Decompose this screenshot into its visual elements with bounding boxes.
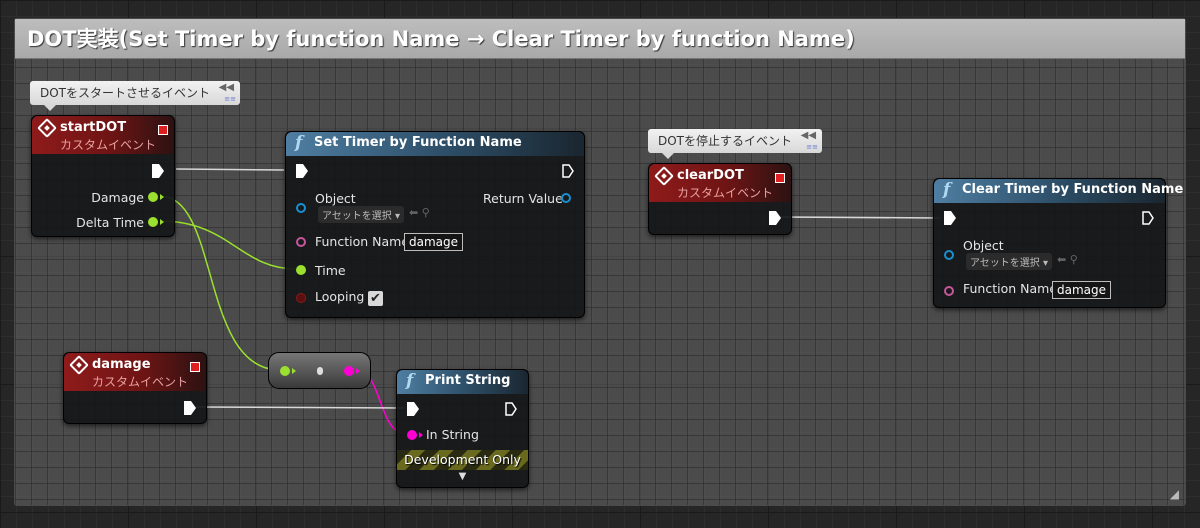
function-icon: f	[295, 133, 303, 153]
pin-conversion-output[interactable]	[344, 366, 354, 376]
pin-label-looping: Looping	[315, 289, 365, 304]
pin-icon[interactable]: ◀◀	[219, 83, 234, 93]
pin-delta-time-output[interactable]	[148, 217, 158, 227]
delegate-icon[interactable]	[158, 125, 168, 135]
expand-icon[interactable]: ≡≡	[806, 143, 818, 151]
dropdown-value: アセットを選択	[970, 258, 1040, 269]
comment-title[interactable]: DOT実装(Set Timer by function Name → Clear…	[15, 19, 1185, 59]
node-title: Clear Timer by Function Name	[962, 182, 1184, 197]
delegate-icon[interactable]	[775, 173, 785, 183]
node-clear-timer-by-function-name[interactable]: f Clear Timer by Function Name Object アセ…	[933, 178, 1183, 308]
asset-picker-icons[interactable]: ⬅ ⚲	[1057, 253, 1078, 266]
comment-bubble-start[interactable]: DOTをスタートさせるイベント ◀◀ ≡≡	[30, 81, 241, 111]
node-header[interactable]: f Print String	[397, 370, 528, 394]
node-clear-dot[interactable]: clearDOT カスタムイベント	[648, 163, 792, 235]
custom-event-icon	[69, 355, 89, 375]
function-name-input[interactable]: damage	[404, 233, 464, 251]
pin-label-object: Object	[315, 191, 356, 206]
exec-input-pin[interactable]	[407, 402, 419, 416]
pin-in-string-input[interactable]	[407, 430, 417, 440]
pin-label-object: Object	[963, 238, 1004, 253]
node-subtitle: カスタムイベント	[60, 138, 157, 152]
dropdown-value: アセットを選択	[322, 211, 392, 222]
resize-grip-icon[interactable]: ◢	[1170, 487, 1179, 501]
comment-bubble-stop[interactable]: DOTを停止するイベント ◀◀ ≡≡	[648, 129, 823, 159]
pin-label-damage: Damage	[91, 190, 144, 205]
pin-label-return-value: Return Value	[483, 191, 563, 206]
pin-arrow-icon	[419, 432, 423, 438]
function-icon: f	[943, 180, 951, 200]
pin-icon[interactable]: ◀◀	[801, 131, 816, 141]
node-title: damage	[92, 357, 151, 372]
pin-function-name-input[interactable]	[296, 237, 306, 247]
node-damage-event[interactable]: damage カスタムイベント	[63, 352, 207, 424]
pin-time-input[interactable]	[296, 265, 306, 275]
exec-output-pin[interactable]	[505, 402, 517, 416]
conversion-dot-icon	[317, 367, 323, 375]
node-title: clearDOT	[677, 168, 744, 183]
pin-arrow-icon	[356, 368, 360, 374]
node-start-dot[interactable]: startDOT カスタムイベント Damage Delta Time	[31, 115, 175, 237]
custom-event-icon	[654, 166, 674, 186]
exec-output-pin[interactable]	[562, 164, 574, 178]
function-name-input[interactable]: damage	[1052, 281, 1112, 299]
pin-label-delta-time: Delta Time	[76, 215, 144, 230]
expand-icon[interactable]: ≡≡	[224, 95, 236, 103]
pin-arrow-icon	[160, 219, 164, 225]
pin-label-in-string: In String	[426, 427, 479, 442]
pin-damage-output[interactable]	[148, 192, 158, 202]
node-subtitle: カスタムイベント	[677, 186, 774, 200]
comment-bubble-stop-text: DOTを停止するイベント	[658, 134, 793, 148]
node-title: Set Timer by Function Name	[314, 135, 522, 150]
pin-label-function-name: Function Name	[315, 234, 410, 249]
object-asset-dropdown[interactable]: アセットを選択 ▾	[318, 206, 405, 223]
node-header[interactable]: f Set Timer by Function Name	[286, 132, 584, 156]
node-title: startDOT	[60, 120, 127, 135]
node-header[interactable]: f Clear Timer by Function Name	[934, 179, 1183, 203]
function-icon: f	[406, 371, 414, 391]
pin-looping-input[interactable]	[296, 293, 306, 303]
exec-output-pin[interactable]	[152, 164, 164, 178]
development-only-banner: Development Only	[397, 450, 528, 470]
node-header[interactable]: clearDOT カスタムイベント	[649, 164, 791, 202]
exec-output-pin[interactable]	[1142, 211, 1154, 225]
node-set-timer-by-function-name[interactable]: f Set Timer by Function Name Object アセット…	[285, 131, 585, 318]
node-header[interactable]: startDOT カスタムイベント	[32, 116, 174, 154]
pin-object-input[interactable]	[944, 250, 954, 260]
exec-output-pin[interactable]	[184, 401, 196, 415]
node-conversion-float-to-string[interactable]	[268, 352, 371, 389]
exec-input-pin[interactable]	[296, 164, 308, 178]
exec-input-pin[interactable]	[944, 211, 956, 225]
exec-output-pin[interactable]	[769, 211, 781, 225]
asset-picker-icons[interactable]: ⬅ ⚲	[409, 206, 430, 219]
comment-bubble-start-text: DOTをスタートさせるイベント	[40, 86, 211, 100]
expand-arrow-icon[interactable]: ▼	[397, 471, 528, 482]
delegate-icon[interactable]	[190, 362, 200, 372]
node-subtitle: カスタムイベント	[92, 375, 189, 389]
pin-label-time: Time	[315, 263, 346, 278]
pin-label-function-name: Function Name	[963, 281, 1058, 296]
pin-arrow-icon	[160, 194, 164, 200]
pin-return-value-output[interactable]	[561, 193, 571, 203]
looping-checkbox[interactable]: ✔	[368, 291, 383, 306]
pin-function-name-input[interactable]	[944, 286, 954, 296]
pin-object-input[interactable]	[296, 203, 306, 213]
pin-arrow-icon	[292, 368, 296, 374]
pin-conversion-input[interactable]	[280, 366, 290, 376]
custom-event-icon	[37, 118, 57, 138]
object-asset-dropdown[interactable]: アセットを選択 ▾	[966, 253, 1053, 270]
node-header[interactable]: damage カスタムイベント	[64, 353, 206, 391]
node-title: Print String	[425, 373, 511, 388]
node-print-string[interactable]: f Print String In String Development Onl…	[396, 369, 529, 488]
